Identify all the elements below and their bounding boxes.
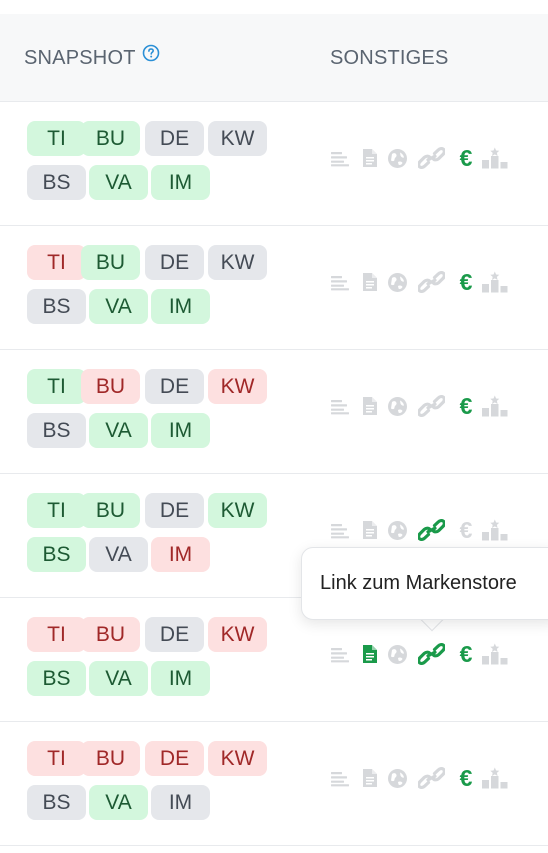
snapshot-tag-bs: BS — [27, 785, 86, 820]
ranking-icon[interactable] — [480, 642, 510, 666]
globe-icon[interactable] — [386, 766, 408, 790]
text-lines-icon[interactable] — [329, 394, 351, 418]
text-lines-icon[interactable] — [329, 642, 351, 666]
snapshot-tag-va: VA — [89, 661, 148, 696]
snapshot-tag-kw: KW — [208, 617, 267, 652]
link-icon[interactable] — [417, 518, 445, 542]
table-header: SNAPSHOT SONSTIGES — [0, 14, 548, 102]
snapshot-tag-va: VA — [89, 165, 148, 200]
snapshot-tag-de: DE — [145, 493, 204, 528]
snapshot-tag-va: VA — [89, 537, 148, 572]
sonstiges-column-header: SONSTIGES — [330, 47, 449, 69]
snapshot-tag-im: IM — [151, 785, 210, 820]
snapshot-tag-ti: TI — [27, 369, 86, 404]
euro-icon[interactable]: € — [455, 270, 477, 294]
tooltip: Link zum Markenstore — [301, 547, 548, 620]
snapshot-tag-va: VA — [89, 289, 148, 324]
link-icon[interactable] — [417, 766, 445, 790]
document-icon[interactable] — [359, 270, 381, 294]
snapshot-tag-ti: TI — [27, 741, 86, 776]
globe-icon[interactable] — [386, 270, 408, 294]
ranking-icon[interactable] — [480, 394, 510, 418]
globe-icon[interactable] — [386, 642, 408, 666]
table-row: TI BU DE KW BS VA IM € — [0, 722, 548, 846]
snapshot-tag-kw: KW — [208, 245, 267, 280]
snapshot-tag-kw: KW — [208, 493, 267, 528]
document-icon[interactable] — [359, 146, 381, 170]
globe-icon[interactable] — [386, 518, 408, 542]
globe-icon[interactable] — [386, 146, 408, 170]
snapshot-tag-ti: TI — [27, 245, 86, 280]
snapshot-tag-de: DE — [145, 741, 204, 776]
snapshot-tag-bu: BU — [81, 741, 140, 776]
snapshot-tag-va: VA — [89, 785, 148, 820]
link-icon[interactable] — [417, 642, 445, 666]
document-icon[interactable] — [359, 518, 381, 542]
euro-icon[interactable]: € — [455, 518, 477, 542]
snapshot-tag-bs: BS — [27, 537, 86, 572]
snapshot-tag-de: DE — [145, 121, 204, 156]
text-lines-icon[interactable] — [329, 270, 351, 294]
snapshot-tag-bu: BU — [81, 245, 140, 280]
snapshot-tag-kw: KW — [208, 369, 267, 404]
link-icon[interactable] — [417, 270, 445, 294]
snapshot-tag-kw: KW — [208, 121, 267, 156]
euro-icon[interactable]: € — [455, 642, 477, 666]
snapshot-tag-va: VA — [89, 413, 148, 448]
snapshot-tag-bu: BU — [81, 369, 140, 404]
snapshot-tag-im: IM — [151, 537, 210, 572]
ranking-icon[interactable] — [480, 766, 510, 790]
snapshot-tag-ti: TI — [27, 121, 86, 156]
snapshot-tag-bs: BS — [27, 165, 86, 200]
snapshot-tag-bu: BU — [81, 493, 140, 528]
document-icon[interactable] — [359, 766, 381, 790]
ranking-icon[interactable] — [480, 270, 510, 294]
snapshot-tag-kw: KW — [208, 741, 267, 776]
snapshot-tag-bs: BS — [27, 289, 86, 324]
document-icon[interactable] — [359, 642, 381, 666]
table-row: TI BU DE KW BS VA IM € — [0, 226, 548, 350]
document-icon[interactable] — [359, 394, 381, 418]
snapshot-tag-de: DE — [145, 245, 204, 280]
table-row: TI BU DE KW BS VA IM € — [0, 350, 548, 474]
text-lines-icon[interactable] — [329, 766, 351, 790]
text-lines-icon[interactable] — [329, 518, 351, 542]
link-icon[interactable] — [417, 146, 445, 170]
ranking-icon[interactable] — [480, 518, 510, 542]
snapshot-tag-im: IM — [151, 165, 210, 200]
globe-icon[interactable] — [386, 394, 408, 418]
help-icon[interactable] — [142, 44, 160, 62]
snapshot-tag-bu: BU — [81, 121, 140, 156]
snapshot-tag-bu: BU — [81, 617, 140, 652]
text-lines-icon[interactable] — [329, 146, 351, 170]
snapshot-tag-de: DE — [145, 369, 204, 404]
snapshot-tag-ti: TI — [27, 493, 86, 528]
snapshot-tag-im: IM — [151, 661, 210, 696]
euro-icon[interactable]: € — [455, 766, 477, 790]
euro-icon[interactable]: € — [455, 394, 477, 418]
snapshot-header-label: SNAPSHOT — [24, 47, 136, 69]
snapshot-tag-bs: BS — [27, 413, 86, 448]
snapshot-tag-im: IM — [151, 289, 210, 324]
snapshot-tag-de: DE — [145, 617, 204, 652]
snapshot-tag-im: IM — [151, 413, 210, 448]
snapshot-tag-bs: BS — [27, 661, 86, 696]
table-row: TI BU DE KW BS VA IM € — [0, 102, 548, 226]
snapshot-tag-ti: TI — [27, 617, 86, 652]
euro-icon[interactable]: € — [455, 146, 477, 170]
snapshot-column-header: SNAPSHOT — [24, 44, 160, 70]
link-icon[interactable] — [417, 394, 445, 418]
ranking-icon[interactable] — [480, 146, 510, 170]
